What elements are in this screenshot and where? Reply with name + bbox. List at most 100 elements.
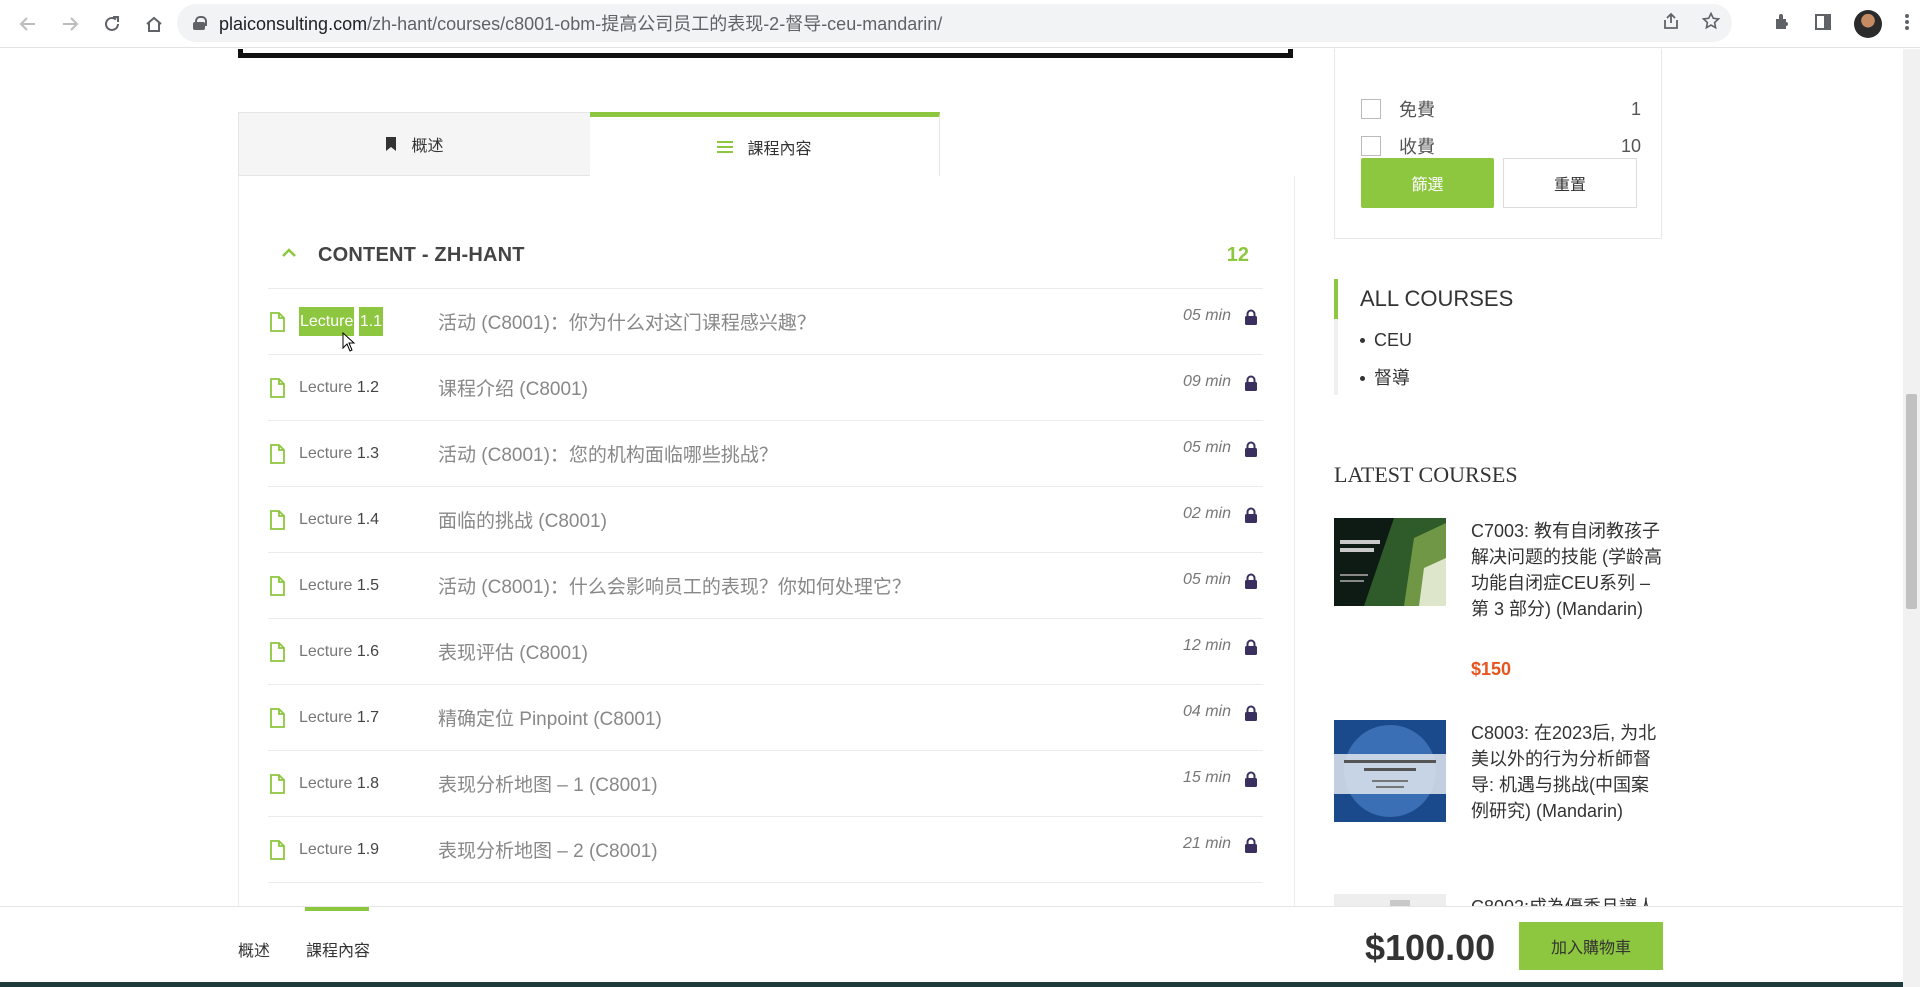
lecture-title[interactable]: 课程介绍 (C8001) bbox=[438, 374, 588, 401]
lecture-number: 1.8 bbox=[356, 774, 380, 792]
filter-count: 10 bbox=[1620, 135, 1641, 156]
checkbox[interactable] bbox=[1361, 99, 1381, 119]
lecture-title[interactable]: 表现分析地图 – 2 (C8001) bbox=[438, 836, 658, 863]
lecture-row[interactable]: Lecture 1.1 活动 (C8001)：你为什么对这门课程感兴趣？ 05 mi… bbox=[268, 289, 1263, 355]
tab-overview[interactable]: 概述 bbox=[238, 112, 590, 176]
extensions-icon[interactable] bbox=[1772, 12, 1792, 37]
lecture-duration: 04 min bbox=[1182, 703, 1231, 720]
tab-curriculum-label: 課程內容 bbox=[747, 140, 812, 158]
reset-button[interactable]: 重置 bbox=[1503, 158, 1637, 208]
document-icon bbox=[269, 443, 285, 464]
lecture-duration: 05 min bbox=[1182, 439, 1231, 456]
lecture-title[interactable]: 精确定位 Pinpoint (C8001) bbox=[438, 704, 662, 731]
lecture-title[interactable]: 面临的挑战 (C8001) bbox=[438, 506, 607, 533]
share-icon[interactable] bbox=[1662, 12, 1680, 35]
filter-label: 收費 bbox=[1399, 137, 1435, 157]
course-title[interactable]: C7003: 教有自闭教孩子解决问题的技能 (学龄高功能自闭症CEU系列 – 第… bbox=[1471, 518, 1666, 622]
course-tabs: 概述 課程內容 bbox=[238, 112, 1295, 226]
tab-overview-label: 概述 bbox=[411, 138, 444, 155]
filter-button[interactable]: 篩選 bbox=[1361, 158, 1494, 208]
lecture-title[interactable]: 活动 (C8001)：您的机构面临哪些挑战？ bbox=[438, 440, 778, 467]
profile-avatar[interactable] bbox=[1854, 10, 1882, 38]
lock-icon bbox=[1245, 573, 1257, 589]
lecture-title[interactable]: 表现评估 (C8001) bbox=[438, 638, 588, 665]
latest-courses-heading: LATEST COURSES bbox=[1334, 462, 1518, 487]
lecture-prefix: Lecture bbox=[299, 840, 353, 858]
lecture-prefix: Lecture bbox=[299, 378, 353, 396]
section-count: 12 bbox=[1226, 243, 1249, 266]
lecture-row[interactable]: Lecture 1.8 表现分析地图 – 1 (C8001) 15 min bbox=[268, 751, 1263, 817]
document-icon bbox=[269, 773, 285, 794]
scrollbar-thumb[interactable] bbox=[1906, 394, 1917, 609]
lecture-prefix: Lecture bbox=[299, 642, 353, 660]
lecture-duration: 05 min bbox=[1182, 307, 1231, 324]
side-panel-icon[interactable] bbox=[1814, 13, 1832, 36]
lecture-row[interactable]: Lecture 1.6 表现评估 (C8001) 12 min bbox=[268, 619, 1263, 685]
lecture-label: Lecture 1.8 bbox=[299, 775, 379, 793]
sticky-tab-overview[interactable]: 概述 bbox=[238, 937, 270, 961]
lecture-row[interactable]: Lecture 1.3 活动 (C8001)：您的机构面临哪些挑战？ 05 min bbox=[268, 421, 1263, 487]
lecture-title[interactable]: 活动 (C8001)：你为什么对这门课程感兴趣？ bbox=[438, 308, 816, 335]
lecture-number: 1.5 bbox=[356, 576, 380, 594]
course-thumbnail[interactable] bbox=[1334, 518, 1446, 606]
lecture-prefix: Lecture bbox=[299, 444, 353, 462]
star-icon[interactable] bbox=[1701, 11, 1721, 35]
sticky-tab-indicator bbox=[305, 907, 369, 911]
filter-option-paid[interactable]: 收費 10 bbox=[1361, 131, 1641, 161]
lock-icon bbox=[1245, 639, 1257, 655]
lecture-duration: 05 min bbox=[1182, 571, 1231, 588]
lecture-prefix: Lecture bbox=[299, 510, 353, 528]
browser-toolbar: plaiconsulting.com/zh-hant/courses/c8001… bbox=[0, 0, 1920, 48]
address-bar[interactable]: plaiconsulting.com/zh-hant/courses/c8001… bbox=[177, 4, 1732, 42]
document-icon bbox=[269, 641, 285, 662]
lecture-row[interactable]: Lecture 1.4 面临的挑战 (C8001) 02 min bbox=[268, 487, 1263, 553]
lecture-number: 1.9 bbox=[356, 840, 380, 858]
lock-icon bbox=[1245, 309, 1257, 325]
lecture-title[interactable]: 表现分析地图 – 1 (C8001) bbox=[438, 770, 658, 797]
course-thumbnail[interactable] bbox=[1334, 720, 1446, 822]
tab-curriculum[interactable]: 課程內容 bbox=[590, 112, 940, 176]
lecture-number: 1.6 bbox=[356, 642, 380, 660]
sticky-purchase-bar: 概述 課程內容 $100.00 加入購物車 bbox=[0, 906, 1920, 987]
lock-icon bbox=[1245, 441, 1257, 457]
lock-icon bbox=[1245, 507, 1257, 523]
lock-icon bbox=[1245, 837, 1257, 853]
back-icon[interactable] bbox=[8, 4, 48, 44]
lecture-number: 1.4 bbox=[356, 510, 380, 528]
section-header[interactable]: CONTENT - ZH-HANT 12 bbox=[268, 222, 1263, 289]
document-icon bbox=[269, 839, 285, 860]
lecture-prefix: Lecture bbox=[299, 576, 353, 594]
lecture-duration: 21 min bbox=[1182, 835, 1231, 852]
sticky-tab-curriculum[interactable]: 課程內容 bbox=[306, 937, 370, 961]
lecture-title[interactable]: 活动 (C8001)：什么会影响员工的表现？你如何处理它？ bbox=[438, 572, 911, 599]
lecture-duration: 12 min bbox=[1182, 637, 1231, 654]
lock-icon[interactable] bbox=[193, 16, 207, 30]
filter-label: 免費 bbox=[1399, 100, 1435, 120]
chevron-up-icon[interactable] bbox=[282, 248, 296, 262]
lecture-number: 1.3 bbox=[356, 444, 380, 462]
checkbox[interactable] bbox=[1361, 136, 1381, 156]
lecture-label: Lecture 1.1 bbox=[299, 306, 384, 336]
page-scrollbar[interactable] bbox=[1903, 49, 1920, 987]
category-link-ceu[interactable]: CEU bbox=[1360, 321, 1664, 359]
document-icon bbox=[269, 377, 285, 398]
reload-icon[interactable] bbox=[92, 4, 132, 44]
lecture-number: 1.1 bbox=[358, 306, 384, 336]
lecture-number: 1.7 bbox=[356, 708, 380, 726]
filter-option-free[interactable]: 免費 1 bbox=[1361, 94, 1641, 124]
menu-kebab-icon[interactable] bbox=[1904, 13, 1910, 36]
taskbar-strip bbox=[0, 982, 1920, 987]
course-title[interactable]: C8003: 在2023后, 为北美以外的行为分析師督导: 机遇与挑战(中国案例… bbox=[1471, 720, 1666, 824]
category-link-supervision[interactable]: 督導 bbox=[1360, 359, 1664, 397]
lecture-row[interactable]: Lecture 1.2 课程介绍 (C8001) 09 min bbox=[268, 355, 1263, 421]
add-to-cart-button[interactable]: 加入購物車 bbox=[1519, 922, 1663, 970]
price-filter-widget: 免費 1 收費 10 篩選 重置 bbox=[1334, 49, 1662, 239]
forward-icon[interactable] bbox=[50, 4, 90, 44]
lecture-row[interactable]: Lecture 1.7 精确定位 Pinpoint (C8001) 04 min bbox=[268, 685, 1263, 751]
home-icon[interactable] bbox=[134, 4, 174, 44]
lecture-row[interactable]: Lecture 1.9 表现分析地图 – 2 (C8001) 21 min bbox=[268, 817, 1263, 883]
lecture-label: Lecture 1.4 bbox=[299, 511, 379, 529]
lecture-row[interactable]: Lecture 1.5 活动 (C8001)：什么会影响员工的表现？你如何处理它？… bbox=[268, 553, 1263, 619]
course-price: $150 bbox=[1471, 659, 1512, 679]
video-player[interactable] bbox=[238, 49, 1293, 58]
